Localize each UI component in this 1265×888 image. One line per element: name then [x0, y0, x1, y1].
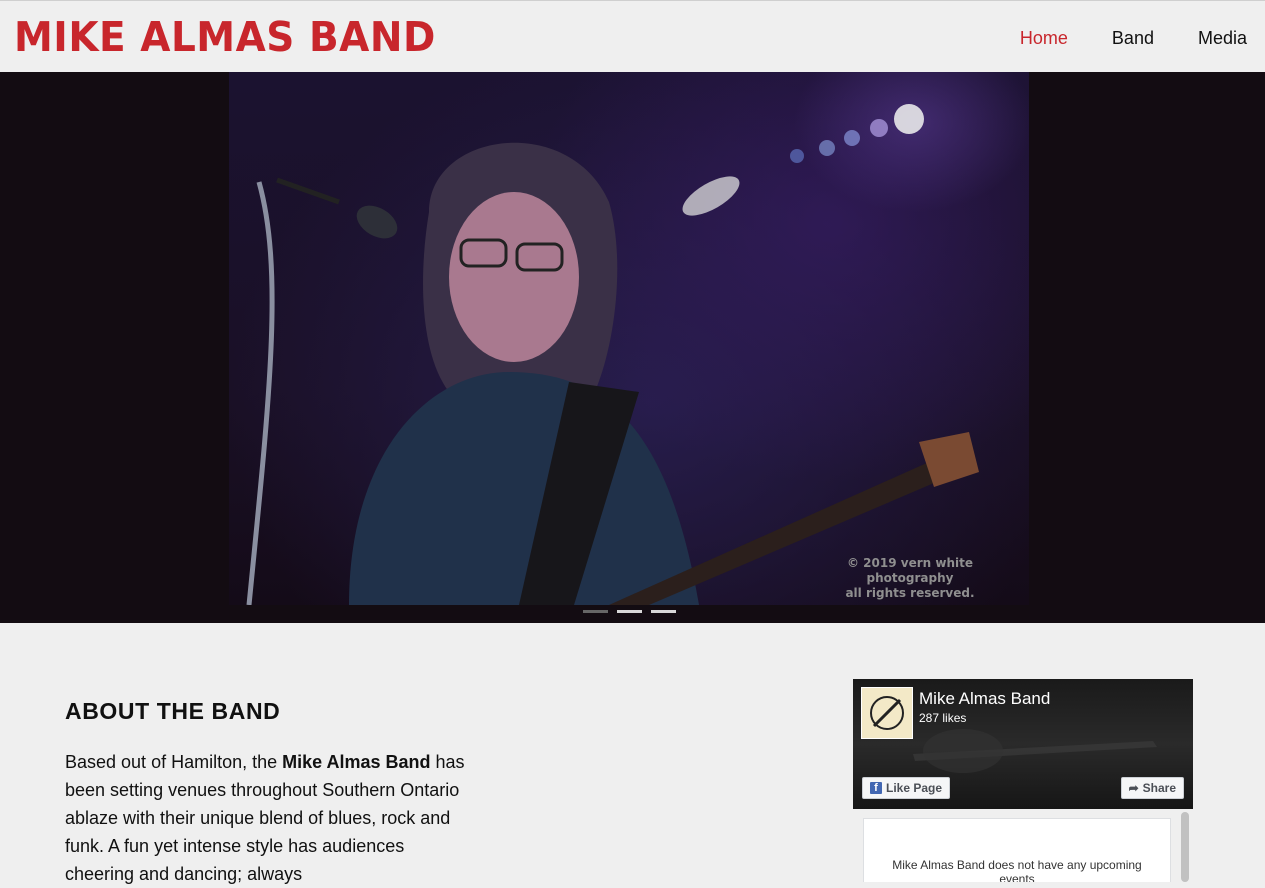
nav-home[interactable]: Home: [1020, 27, 1068, 49]
facebook-icon: f: [870, 782, 882, 794]
facebook-page-name[interactable]: Mike Almas Band: [919, 689, 1050, 709]
like-button-label: Like Page: [886, 781, 943, 795]
facebook-events: Mike Almas Band does not have any upcomi…: [863, 818, 1171, 882]
share-button-label: Share: [1142, 781, 1176, 795]
hero-photo: © 2019 vern white photography all rights…: [229, 72, 1029, 605]
slider-indicators: [583, 610, 676, 613]
slide-indicator-3[interactable]: [651, 610, 676, 613]
nav-media[interactable]: Media: [1198, 27, 1247, 49]
facebook-cover: Mike Almas Band 287 likes f Like Page ➦ …: [853, 679, 1193, 809]
about-text: Based out of Hamilton, the Mike Almas Ba…: [65, 748, 465, 888]
slide-indicator-2[interactable]: [617, 610, 642, 613]
guitarist-illustration: [246, 104, 979, 605]
site-header: MIKE ALMAS BAND Home Band Media: [0, 0, 1265, 72]
facebook-page-widget: Mike Almas Band 287 likes f Like Page ➦ …: [853, 679, 1193, 882]
facebook-scrollbar[interactable]: [1181, 812, 1189, 882]
hero-slider: © 2019 vern white photography all rights…: [0, 72, 1265, 623]
facebook-share-button[interactable]: ➦ Share: [1120, 777, 1184, 799]
watermark-line-2: all rights reserved.: [845, 586, 975, 600]
main-nav: Home Band Media: [976, 27, 1247, 49]
about-title: ABOUT THE BAND: [65, 698, 281, 724]
site-logo[interactable]: MIKE ALMAS BAND: [14, 11, 436, 66]
about-text-band-name: Mike Almas Band: [282, 752, 431, 772]
photo-watermark: © 2019 vern white photography all rights…: [805, 556, 1015, 601]
about-text-intro: Based out of Hamilton, the: [65, 752, 283, 772]
nav-band[interactable]: Band: [1112, 27, 1154, 49]
watermark-line-1: © 2019 vern white photography: [847, 556, 973, 585]
facebook-like-button[interactable]: f Like Page: [862, 777, 951, 799]
facebook-likes: 287 likes: [919, 711, 967, 725]
facebook-avatar[interactable]: [861, 687, 913, 739]
share-arrow-icon: ➦: [1128, 781, 1139, 795]
guitar-logo-icon: [870, 696, 904, 730]
slide-indicator-1[interactable]: [583, 610, 608, 613]
